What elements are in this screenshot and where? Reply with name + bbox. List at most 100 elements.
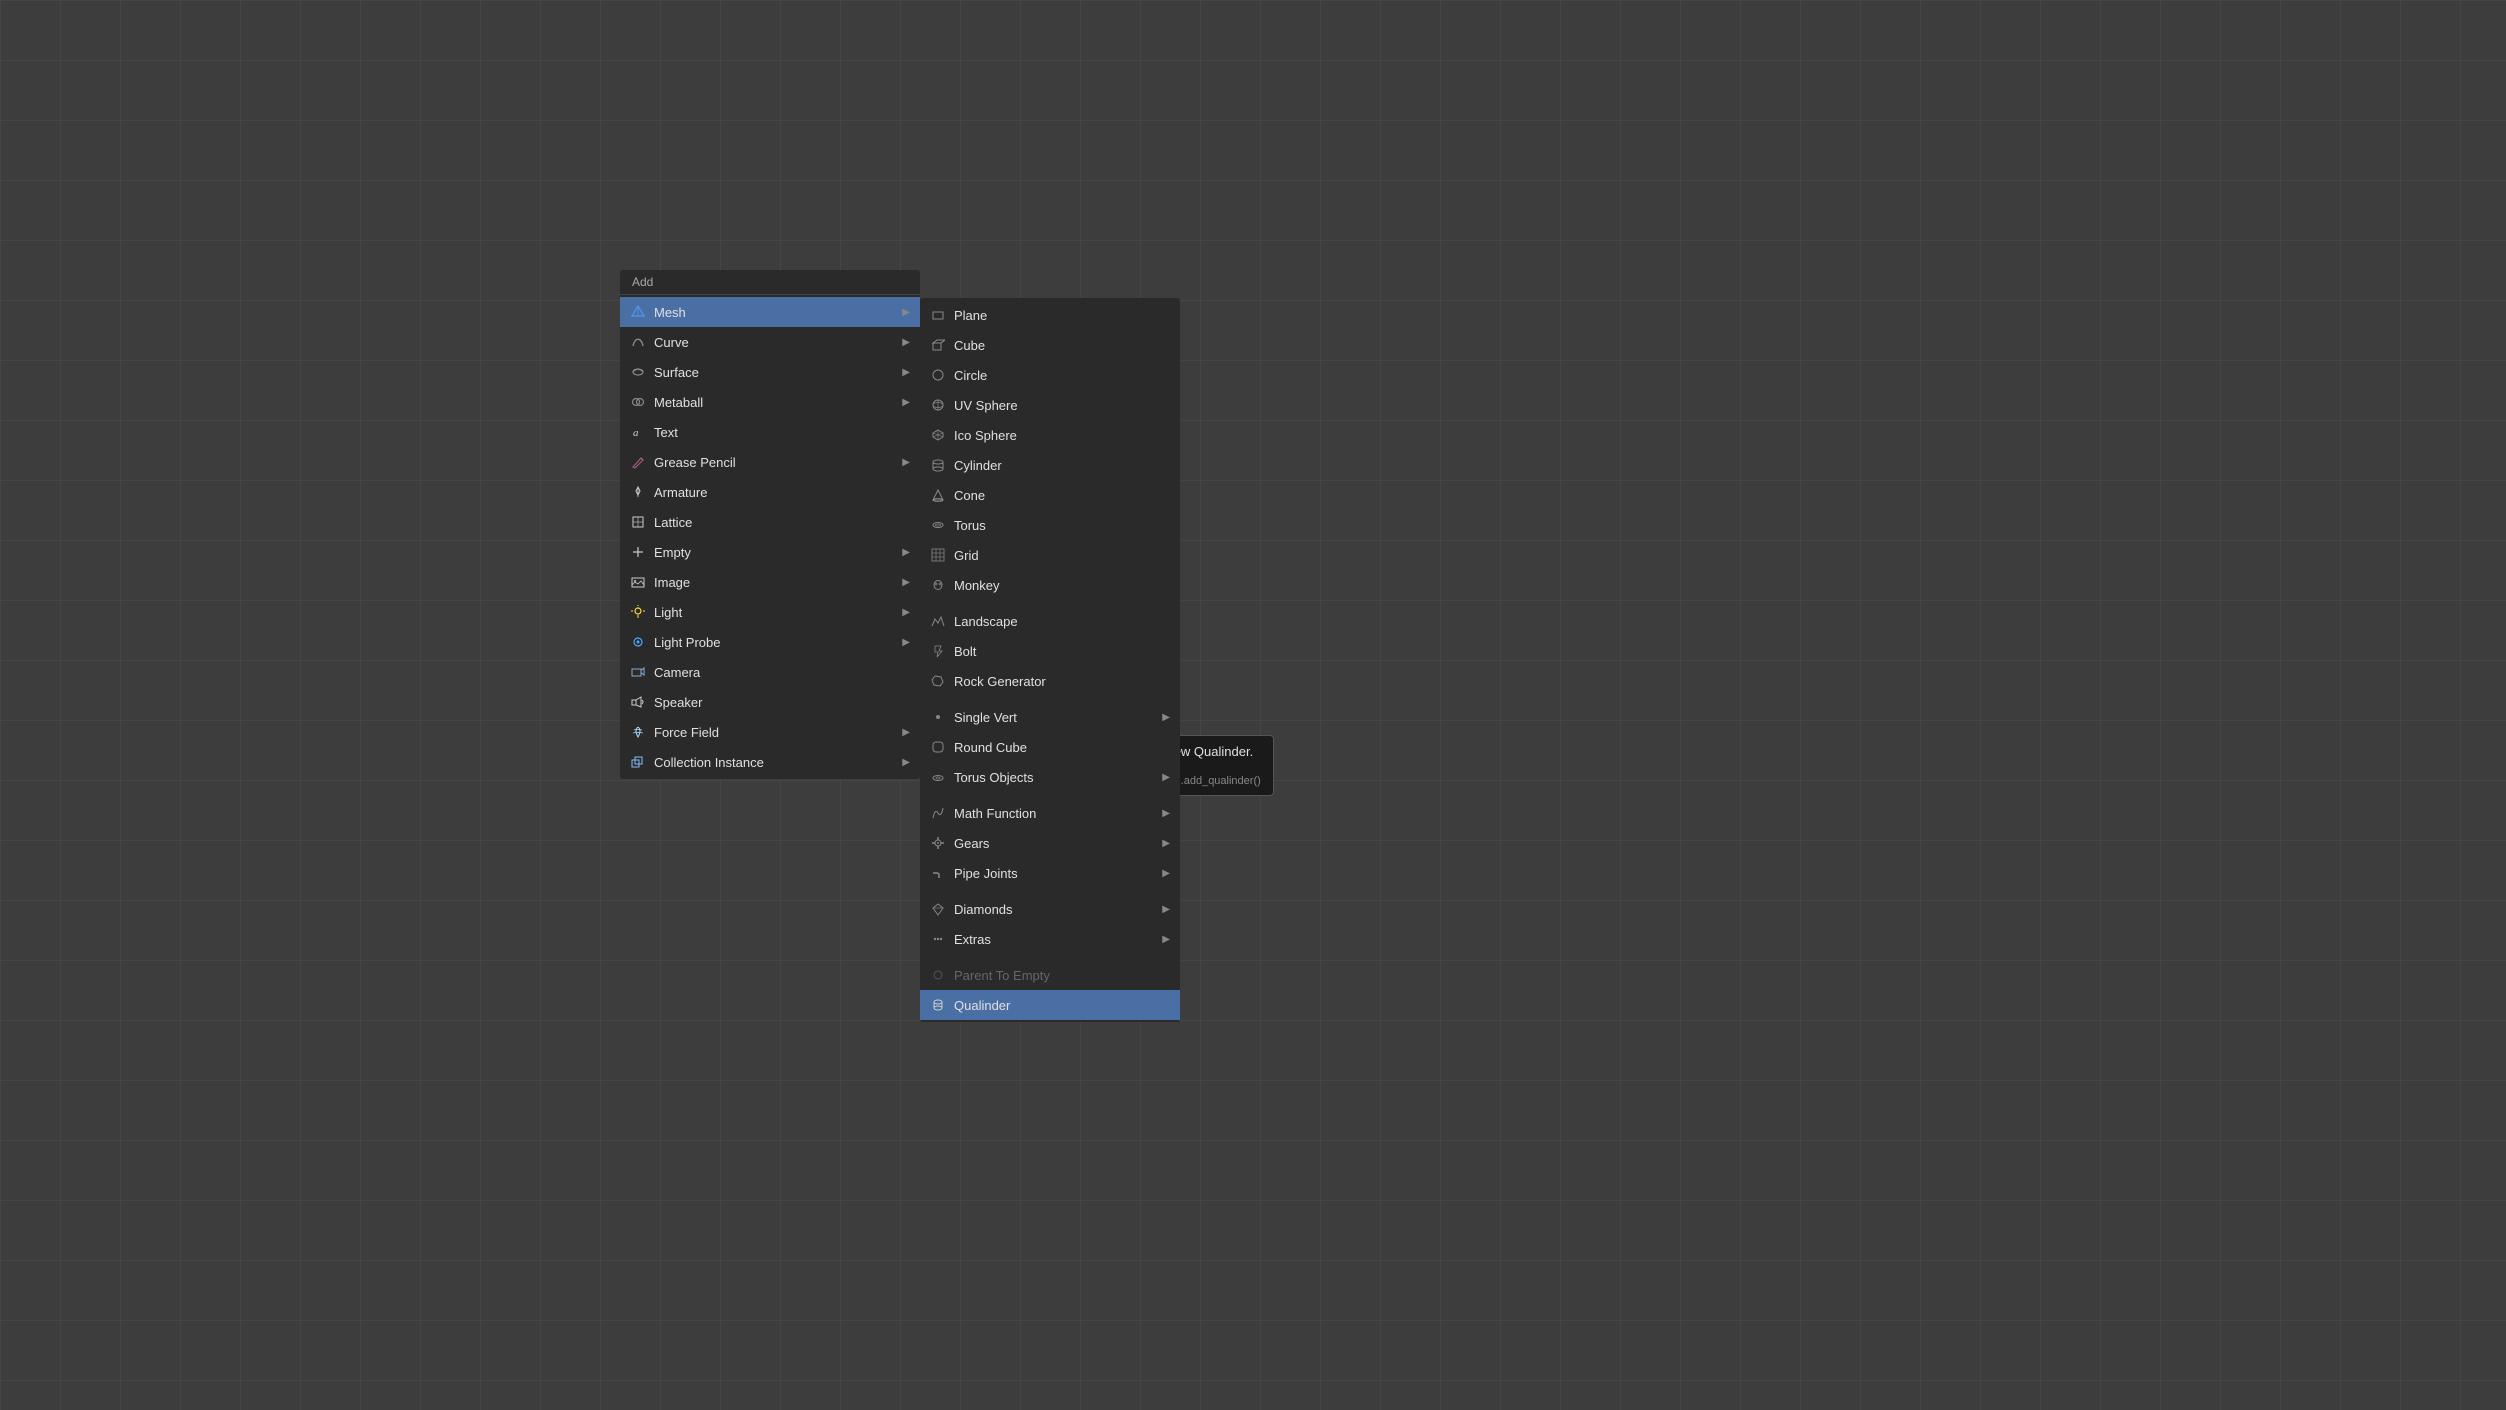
submenu-item-landscape[interactable]: Landscape: [920, 606, 1180, 636]
menu-item-image[interactable]: Image ▶: [620, 567, 920, 597]
add-label-text: Add: [632, 275, 653, 289]
camera-label: Camera: [654, 665, 910, 680]
grease-pencil-arrow: ▶: [902, 457, 910, 468]
submenu-item-qualinder[interactable]: Qualinder: [920, 990, 1180, 1020]
menu-item-camera[interactable]: Camera: [620, 657, 920, 687]
menu-item-armature[interactable]: Armature: [620, 477, 920, 507]
qualinder-icon: [928, 995, 948, 1015]
submenu-item-ico-sphere[interactable]: Ico Sphere: [920, 420, 1180, 450]
menu-header: Add: [620, 270, 920, 295]
torus-icon: [928, 515, 948, 535]
collection-instance-icon: [628, 752, 648, 772]
cone-label: Cone: [954, 488, 1170, 503]
menu-item-grease-pencil[interactable]: Grease Pencil ▶: [620, 447, 920, 477]
light-label: Light: [654, 605, 902, 620]
force-field-label: Force Field: [654, 725, 902, 740]
surface-icon: [628, 362, 648, 382]
empty-icon: [628, 542, 648, 562]
menu-item-light[interactable]: Light ▶: [620, 597, 920, 627]
armature-label: Armature: [654, 485, 910, 500]
lattice-icon: [628, 512, 648, 532]
menu-item-empty[interactable]: Empty ▶: [620, 537, 920, 567]
submenu-item-diamonds[interactable]: Diamonds ▶: [920, 894, 1180, 924]
gears-label: Gears: [954, 836, 1162, 851]
image-icon: [628, 572, 648, 592]
menu-item-mesh[interactable]: Mesh ▶: [620, 297, 920, 327]
curve-icon: [628, 332, 648, 352]
gears-arrow: ▶: [1162, 838, 1170, 849]
submenu-item-uv-sphere[interactable]: UV Sphere: [920, 390, 1180, 420]
light-icon: [628, 602, 648, 622]
extras-icon: [928, 929, 948, 949]
diamonds-arrow: ▶: [1162, 904, 1170, 915]
text-label: Text: [654, 425, 910, 440]
extras-arrow: ▶: [1162, 934, 1170, 945]
menu-item-text[interactable]: a Text: [620, 417, 920, 447]
submenu-item-round-cube[interactable]: Round Cube: [920, 732, 1180, 762]
mesh-icon: [628, 302, 648, 322]
submenu-item-pipe-joints[interactable]: Pipe Joints ▶: [920, 858, 1180, 888]
menu-item-force-field[interactable]: Force Field ▶: [620, 717, 920, 747]
submenu-item-math-function[interactable]: Math Function ▶: [920, 798, 1180, 828]
menu-item-collection-instance[interactable]: Collection Instance ▶: [620, 747, 920, 777]
parent-to-empty-icon: [928, 965, 948, 985]
cylinder-label: Cylinder: [954, 458, 1170, 473]
monkey-label: Monkey: [954, 578, 1170, 593]
submenu-item-grid[interactable]: Grid: [920, 540, 1180, 570]
grid-icon: [928, 545, 948, 565]
menu-item-metaball[interactable]: Metaball ▶: [620, 387, 920, 417]
surface-label: Surface: [654, 365, 902, 380]
submenu-item-torus[interactable]: Torus: [920, 510, 1180, 540]
mesh-arrow: ▶: [902, 307, 910, 318]
lattice-label: Lattice: [654, 515, 910, 530]
menu-item-curve[interactable]: Curve ▶: [620, 327, 920, 357]
landscape-label: Landscape: [954, 614, 1170, 629]
bolt-label: Bolt: [954, 644, 1170, 659]
math-function-label: Math Function: [954, 806, 1162, 821]
light-arrow: ▶: [902, 607, 910, 618]
pipe-joints-label: Pipe Joints: [954, 866, 1162, 881]
qualinder-label: Qualinder: [954, 998, 1170, 1013]
menu-item-lattice[interactable]: Lattice: [620, 507, 920, 537]
monkey-icon: [928, 575, 948, 595]
submenu-item-single-vert[interactable]: Single Vert ▶: [920, 702, 1180, 732]
pipe-joints-icon: [928, 863, 948, 883]
submenu-item-bolt[interactable]: Bolt: [920, 636, 1180, 666]
plane-label: Plane: [954, 308, 1170, 323]
cube-icon: [928, 335, 948, 355]
submenu-item-cube[interactable]: Cube: [920, 330, 1180, 360]
diamonds-icon: [928, 899, 948, 919]
text-icon: a: [628, 422, 648, 442]
menu-item-surface[interactable]: Surface ▶: [620, 357, 920, 387]
mesh-submenu: Plane Cube Circle: [920, 298, 1180, 1022]
submenu-item-monkey[interactable]: Monkey: [920, 570, 1180, 600]
single-vert-icon: [928, 707, 948, 727]
submenu-item-cylinder[interactable]: Cylinder: [920, 450, 1180, 480]
main-menu: Mesh ▶ Curve ▶ Surface ▶: [620, 295, 920, 779]
pipe-joints-arrow: ▶: [1162, 868, 1170, 879]
svg-text:a: a: [633, 427, 639, 439]
light-probe-label: Light Probe: [654, 635, 902, 650]
torus-objects-label: Torus Objects: [954, 770, 1162, 785]
submenu-item-cone[interactable]: Cone: [920, 480, 1180, 510]
camera-icon: [628, 662, 648, 682]
force-field-arrow: ▶: [902, 727, 910, 738]
rock-generator-label: Rock Generator: [954, 674, 1170, 689]
submenu-item-extras[interactable]: Extras ▶: [920, 924, 1180, 954]
submenu-item-plane[interactable]: Plane: [920, 300, 1180, 330]
landscape-icon: [928, 611, 948, 631]
submenu-item-torus-objects[interactable]: Torus Objects ▶: [920, 762, 1180, 792]
image-label: Image: [654, 575, 902, 590]
circle-icon: [928, 365, 948, 385]
submenu-item-gears[interactable]: Gears ▶: [920, 828, 1180, 858]
plane-icon: [928, 305, 948, 325]
menu-item-light-probe[interactable]: Light Probe ▶: [620, 627, 920, 657]
light-probe-arrow: ▶: [902, 637, 910, 648]
ico-sphere-label: Ico Sphere: [954, 428, 1170, 443]
submenu-item-circle[interactable]: Circle: [920, 360, 1180, 390]
add-menu: Add Mesh ▶ Curve ▶: [620, 270, 920, 779]
parent-to-empty-label: Parent To Empty: [954, 968, 1170, 983]
submenu-item-rock-generator[interactable]: Rock Generator: [920, 666, 1180, 696]
menu-item-speaker[interactable]: Speaker: [620, 687, 920, 717]
cube-label: Cube: [954, 338, 1170, 353]
